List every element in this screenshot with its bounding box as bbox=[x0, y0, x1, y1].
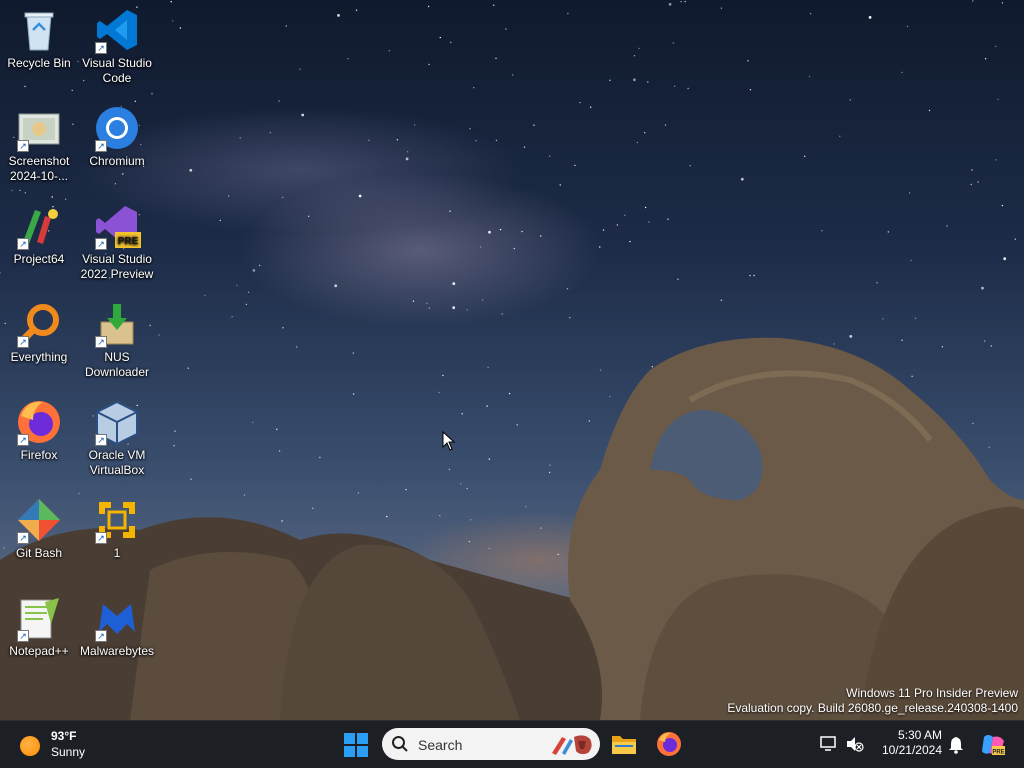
chromium-icon: ↗ bbox=[93, 104, 141, 152]
desktop-shortcut-project64[interactable]: ↗ Project64 bbox=[1, 202, 77, 267]
weather-condition: Sunny bbox=[51, 745, 86, 759]
desktop-shortcut-label: Screenshot 2024-10-... bbox=[8, 154, 70, 183]
desktop-shortcut-everything-search[interactable]: ↗ Everything bbox=[1, 300, 77, 365]
desktop-shortcut-label: Project64 bbox=[13, 252, 65, 266]
desktop-shortcut-label: Everything bbox=[10, 350, 68, 364]
volume-muted-icon[interactable] bbox=[846, 736, 864, 752]
shortcut-arrow-icon: ↗ bbox=[95, 532, 107, 544]
screenshot-file-icon: ↗ bbox=[15, 104, 63, 152]
desktop-shortcut-visual-studio-preview[interactable]: PRE ↗ Visual Studio 2022 Preview bbox=[79, 202, 155, 282]
shortcut-arrow-icon: ↗ bbox=[95, 140, 107, 152]
copilot-icon[interactable]: PRE bbox=[980, 733, 1006, 757]
search-placeholder: Search bbox=[418, 737, 463, 753]
shortcut-arrow-icon: ↗ bbox=[95, 336, 107, 348]
shortcut-arrow-icon: ↗ bbox=[17, 434, 29, 446]
desktop-shortcut-label: Git Bash bbox=[15, 546, 63, 560]
desktop-shortcut-label: Malwarebytes bbox=[79, 644, 155, 658]
shortcut-arrow-icon: ↗ bbox=[95, 434, 107, 446]
recycle-bin-icon bbox=[15, 6, 63, 54]
clock-time: 5:30 AM bbox=[897, 728, 942, 742]
desktop-shortcut-label: Notepad++ bbox=[9, 644, 69, 658]
shortcut-arrow-icon: ↗ bbox=[95, 42, 107, 54]
shortcut-arrow-icon: ↗ bbox=[95, 630, 107, 642]
git-bash-icon: ↗ bbox=[15, 496, 63, 544]
virtualbox-icon: ↗ bbox=[93, 398, 141, 446]
desktop-shortcut-label: Visual Studio 2022 Preview bbox=[80, 252, 154, 281]
malwarebytes-icon: ↗ bbox=[93, 594, 141, 642]
weather-temperature: 93°F bbox=[51, 729, 77, 743]
watermark-line1: Windows 11 Pro Insider Preview bbox=[846, 686, 1018, 700]
desktop-shortcut-virtualbox[interactable]: ↗ Oracle VM VirtualBox bbox=[79, 398, 155, 478]
desktop-shortcut-label: Firefox bbox=[20, 448, 58, 462]
notepad-plus-plus-icon: ↗ bbox=[15, 594, 63, 642]
network-icon[interactable] bbox=[820, 736, 838, 752]
desktop-shortcut-vmware[interactable]: ↗ 1 bbox=[79, 496, 155, 561]
everything-search-icon: ↗ bbox=[15, 300, 63, 348]
watermark-line2: Evaluation copy. Build 26080.ge_release.… bbox=[727, 701, 1018, 715]
firefox-taskbar-icon[interactable] bbox=[655, 730, 683, 758]
shortcut-arrow-icon: ↗ bbox=[17, 336, 29, 348]
project64-icon: ↗ bbox=[15, 202, 63, 250]
desktop: Recycle Bin ↗ Visual Studio Code ↗ Screensho… bbox=[0, 0, 1024, 720]
taskbar: 93°F Sunny Search 5:30 AM 10/21/2024 PRE bbox=[0, 720, 1024, 768]
windows-logo-icon bbox=[344, 733, 368, 757]
desktop-shortcut-label: Chromium bbox=[89, 154, 145, 168]
svg-text:PRE: PRE bbox=[992, 750, 1004, 756]
firefox-icon: ↗ bbox=[15, 398, 63, 446]
search-highlight-icon bbox=[552, 735, 592, 755]
clock-date: 10/21/2024 bbox=[881, 743, 942, 757]
vscode-icon: ↗ bbox=[93, 6, 141, 54]
desktop-shortcut-label: NUS Downloader bbox=[84, 350, 150, 379]
sun-icon bbox=[20, 736, 40, 756]
desktop-shortcut-label: Oracle VM VirtualBox bbox=[88, 448, 146, 477]
desktop-shortcut-screenshot-file[interactable]: ↗ Screenshot 2024-10-... bbox=[1, 104, 77, 184]
desktop-shortcut-nus-downloader[interactable]: ↗ NUS Downloader bbox=[79, 300, 155, 380]
nus-downloader-icon: ↗ bbox=[93, 300, 141, 348]
desktop-shortcut-label: Recycle Bin bbox=[7, 56, 71, 70]
desktop-shortcut-notepad-plus-plus[interactable]: ↗ Notepad++ bbox=[1, 594, 77, 659]
weather-widget[interactable]: 93°F Sunny bbox=[14, 727, 104, 763]
notifications-bell-icon[interactable] bbox=[948, 736, 964, 754]
desktop-shortcut-git-bash[interactable]: ↗ Git Bash bbox=[1, 496, 77, 561]
desktop-shortcut-label: 1 bbox=[113, 546, 121, 560]
visual-studio-preview-icon: PRE ↗ bbox=[93, 202, 141, 250]
desktop-shortcut-vscode[interactable]: ↗ Visual Studio Code bbox=[79, 6, 155, 86]
desktop-shortcut-firefox[interactable]: ↗ Firefox bbox=[1, 398, 77, 463]
svg-text:PRE: PRE bbox=[118, 236, 139, 247]
vmware-icon: ↗ bbox=[93, 496, 141, 544]
desktop-shortcut-chromium[interactable]: ↗ Chromium bbox=[79, 104, 155, 169]
desktop-shortcut-malwarebytes[interactable]: ↗ Malwarebytes bbox=[79, 594, 155, 659]
desktop-shortcut-recycle-bin[interactable]: Recycle Bin bbox=[1, 6, 77, 71]
shortcut-arrow-icon: ↗ bbox=[17, 630, 29, 642]
shortcut-arrow-icon: ↗ bbox=[17, 140, 29, 152]
shortcut-arrow-icon: ↗ bbox=[17, 238, 29, 250]
search-icon bbox=[392, 736, 408, 752]
desktop-shortcut-label: Visual Studio Code bbox=[82, 56, 152, 85]
shortcut-arrow-icon: ↗ bbox=[95, 238, 107, 250]
mouse-cursor-icon bbox=[442, 431, 456, 451]
file-explorer-icon[interactable] bbox=[610, 731, 638, 757]
start-button[interactable] bbox=[340, 729, 372, 761]
shortcut-arrow-icon: ↗ bbox=[17, 532, 29, 544]
clock[interactable]: 5:30 AM 10/21/2024 bbox=[868, 728, 942, 757]
taskbar-search-box[interactable]: Search bbox=[382, 728, 600, 760]
